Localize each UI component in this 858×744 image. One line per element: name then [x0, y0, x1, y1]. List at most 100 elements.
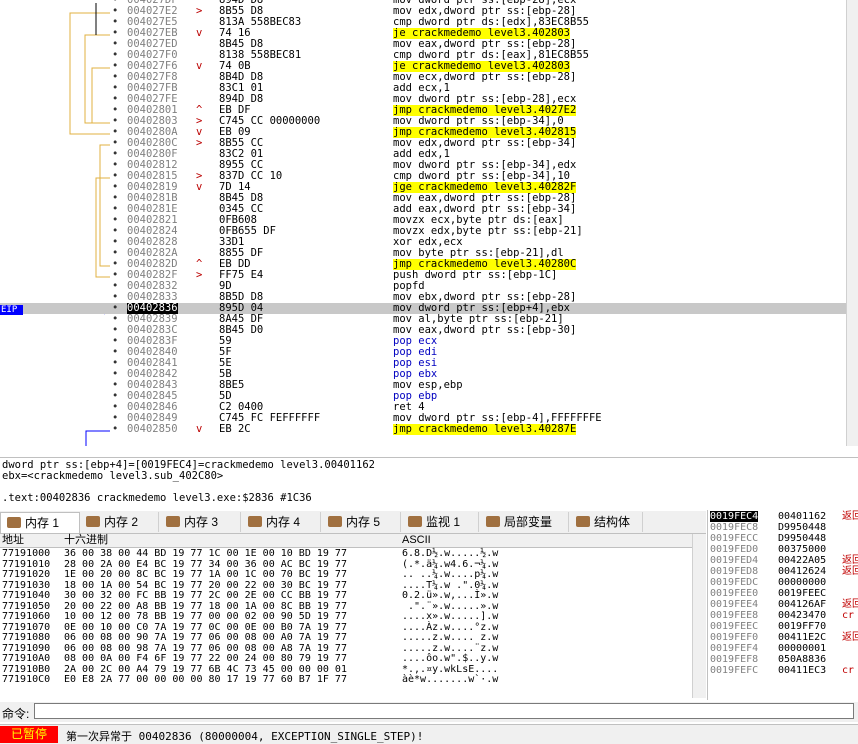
command-bar: 命令: [0, 702, 858, 722]
stack-address: 0019FEFC [710, 665, 759, 676]
stack-row[interactable]: 0019FEFC 00411EC3 cr [708, 665, 858, 676]
command-label: 命令: [2, 707, 30, 721]
disasm-row[interactable]: • 00402850 v EB 2C jmp crackmedemo level3.40… [0, 424, 858, 435]
stack-row[interactable]: 0019FEE4 004126AF 返回 [708, 599, 858, 610]
dump-header-ascii: ASCII [400, 534, 693, 548]
disassembly-scrollbar[interactable] [846, 0, 858, 446]
tab-1[interactable]: 内存 1 [0, 512, 80, 533]
dump-hex: 10 00 12 00 78 BB 19 77 00 00 02 00 90 5… [64, 611, 347, 622]
stack-address: 0019FED0 [710, 544, 759, 555]
tab-4[interactable]: 内存 4 [242, 512, 321, 532]
dump-row[interactable]: 77191080 06 00 08 00 90 7A 19 77 06 00 08… [0, 632, 690, 644]
tab-label: 结构体 [594, 515, 631, 529]
tab-icon [248, 516, 262, 527]
stack-row[interactable]: 0019FEF0 00411E2C 返回 [708, 632, 858, 643]
stack-value: 00411E2C [778, 632, 827, 643]
stack-value: 0019FF70 [778, 621, 827, 632]
stack-address: 0019FEEC [710, 621, 759, 632]
memory-dump[interactable]: 地址 十六进制 ASCII 77191000 36 00 38 00 44 BD … [0, 534, 706, 698]
tab-3[interactable]: 内存 3 [160, 512, 241, 532]
stack-address: 0019FECC [710, 533, 759, 544]
dump-address: 77191040 [2, 590, 51, 601]
stack-value: 00423470 [778, 610, 827, 621]
stack-address: 0019FEE0 [710, 588, 759, 599]
stack-row[interactable]: 0019FEF8 050A8836 [708, 654, 858, 665]
tab-icon [86, 516, 100, 527]
stack-comment: cr [842, 665, 855, 676]
stack-row[interactable]: 0019FEE0 0019FEEC [708, 588, 858, 599]
stack-address: 0019FEDC [710, 577, 759, 588]
tab-icon [576, 516, 590, 527]
dump-ascii: ....x».w.....].w [402, 611, 499, 622]
stack-value: 00401162 [778, 511, 827, 522]
stack-value: D9950448 [778, 533, 827, 544]
dump-row[interactable]: 77191040 30 00 32 00 FC BB 19 77 2C 00 2E… [0, 590, 690, 602]
tab-icon [408, 516, 422, 527]
stack-row[interactable]: 0019FED4 00422A05 返回 [708, 555, 858, 566]
stack-address: 0019FEC4 [710, 511, 759, 522]
jump-marker: > [196, 137, 203, 149]
tab-8[interactable]: 结构体 [570, 512, 643, 532]
stack-row[interactable]: 0019FEDC 00000000 [708, 577, 858, 588]
dump-hex: 30 00 32 00 FC BB 19 77 2C 00 2E 00 CC B… [64, 590, 347, 601]
stack-address: 0019FEC8 [710, 522, 759, 533]
dump-ascii: ....ôo.w".$..y.w [402, 653, 499, 664]
tab-2[interactable]: 内存 2 [80, 512, 159, 532]
dump-hex: E0 E8 2A 77 00 00 00 00 80 17 19 77 60 B… [64, 674, 347, 685]
breakpoint-dot[interactable]: • [112, 424, 118, 435]
stack-row[interactable]: 0019FECC D9950448 [708, 533, 858, 544]
stack-view[interactable]: 0019FEC4 00401162 返回 0019FEC8 D9950448 0019FE… [707, 510, 858, 700]
stack-value: 00411EC3 [778, 665, 827, 676]
tab-icon [486, 516, 500, 527]
dump-address: 77191020 [2, 569, 51, 580]
info-pane: dword ptr ss:[ebp+4]=[0019FEC4]=crackmed… [0, 457, 858, 510]
stack-value: D9950448 [778, 522, 827, 533]
tab-7[interactable]: 局部变量 [480, 512, 569, 532]
command-input[interactable] [34, 703, 854, 719]
dump-address: 77191060 [2, 611, 51, 622]
stack-comment: 返回 [842, 511, 858, 522]
stack-comment: 返回 [842, 555, 858, 566]
eip-marker: EIP [0, 305, 23, 315]
stack-row[interactable]: 0019FEEC 0019FF70 [708, 621, 858, 632]
stack-row[interactable]: 0019FEC4 00401162 返回 [708, 511, 858, 522]
stack-address: 0019FED8 [710, 566, 759, 577]
stack-value: 00412624 [778, 566, 827, 577]
dump-hex: 36 00 38 00 44 BD 19 77 1C 00 1E 00 10 B… [64, 548, 347, 559]
jump-marker: > [196, 5, 203, 17]
tab-label: 内存 2 [104, 515, 139, 529]
stack-value: 050A8836 [778, 654, 827, 665]
jump-marker: v [196, 181, 203, 193]
dump-row[interactable]: 77191020 1E 00 20 00 8C BC 19 77 1A 00 1C… [0, 569, 690, 581]
dump-ascii: 0.2.ü».w,...Ì».w [402, 590, 499, 601]
stack-row[interactable]: 0019FEF4 00000001 [708, 643, 858, 654]
stack-comment: cr [842, 610, 855, 621]
disasm-instruction: jmp crackmedemo level3.40287E [393, 423, 577, 435]
dump-row[interactable]: 77191060 10 00 12 00 78 BB 19 77 00 00 02… [0, 611, 690, 623]
dump-row[interactable]: 77191000 36 00 38 00 44 BD 19 77 1C 00 1E… [0, 548, 690, 560]
stack-value: 00000000 [778, 577, 827, 588]
dump-scrollbar[interactable] [692, 534, 706, 698]
dump-row[interactable]: 771910C0 E0 E8 2A 77 00 00 00 00 80 17 19… [0, 674, 690, 686]
status-bar: 已暂停 第一次异常于 00402836 (80000004, EXCEPTION… [0, 724, 858, 744]
tab-5[interactable]: 内存 5 [322, 512, 401, 532]
dump-ascii: .....z.w.... z.w [402, 632, 499, 643]
dump-header-address: 地址 [0, 534, 63, 548]
stack-row[interactable]: 0019FED8 00412624 返回 [708, 566, 858, 577]
jump-marker: v [196, 423, 203, 435]
dump-hex: 06 00 08 00 90 7A 19 77 06 00 08 00 A0 7… [64, 632, 347, 643]
stack-row[interactable]: 0019FEC8 D9950448 [708, 522, 858, 533]
jump-marker: v [196, 27, 203, 39]
stack-row[interactable]: 0019FED0 00375000 [708, 544, 858, 555]
tab-icon [7, 517, 21, 528]
disassembly-view[interactable]: • 004027DF 894D D8 mov dword ptr ss:[ebp-28… [0, 0, 858, 446]
tab-6[interactable]: 监视 1 [402, 512, 479, 532]
paused-badge: 已暂停 [0, 726, 58, 743]
stack-value: 00375000 [778, 544, 827, 555]
tab-label: 内存 4 [266, 515, 301, 529]
stack-row[interactable]: 0019FEE8 00423470 cr [708, 610, 858, 621]
stack-address: 0019FEE4 [710, 599, 759, 610]
dump-row[interactable]: 771910A0 08 00 0A 00 F4 6F 19 77 22 00 24… [0, 653, 690, 665]
dump-hex: 1E 00 20 00 8C BC 19 77 1A 00 1C 00 70 B… [64, 569, 347, 580]
dump-address: 771910A0 [2, 653, 51, 664]
